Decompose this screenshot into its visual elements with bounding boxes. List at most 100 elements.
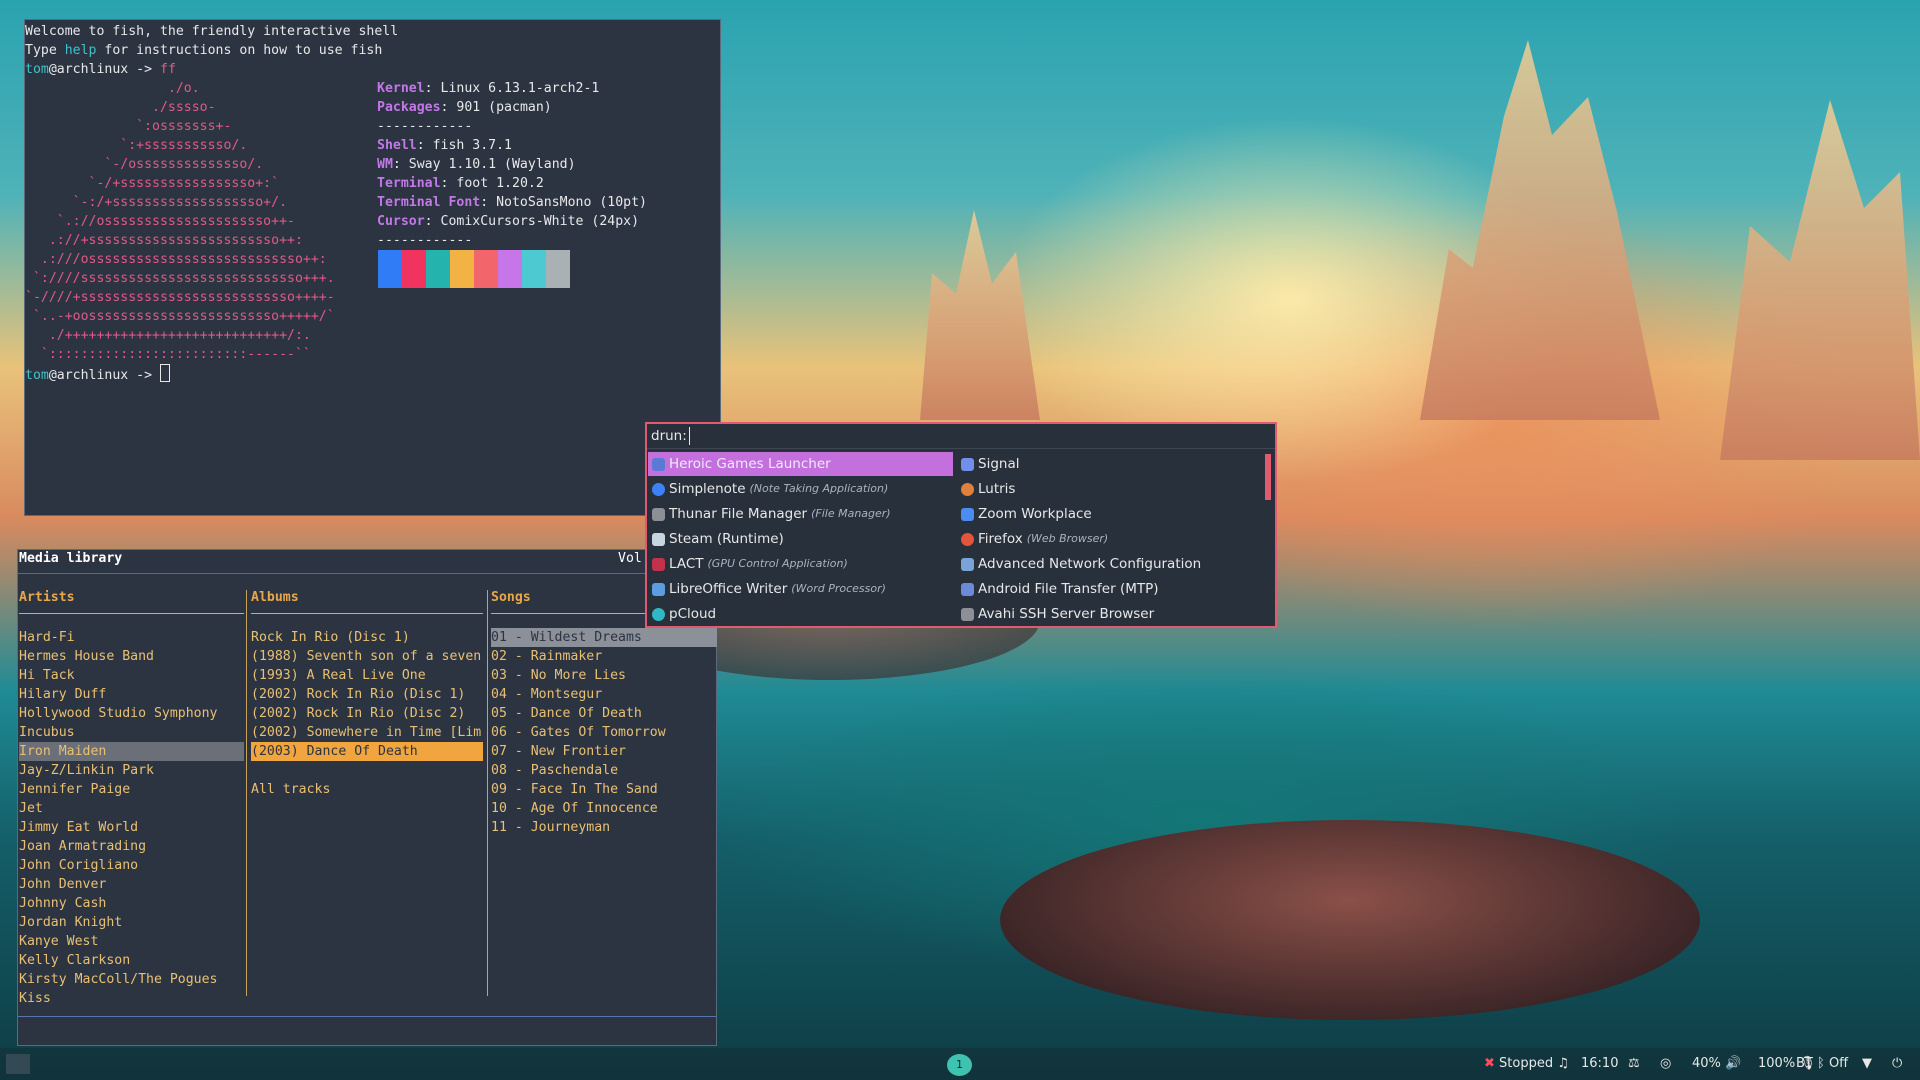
command-text: ff <box>160 62 176 77</box>
speaker-icon: 🔊 <box>1725 1056 1742 1071</box>
idle-inhibitor-icon[interactable]: ◎ <box>1660 1056 1671 1071</box>
android-file-transfer-icon <box>961 582 974 596</box>
artist-item[interactable]: John Denver <box>19 875 106 894</box>
album-item[interactable]: (2002) Rock In Rio (Disc 2) <box>251 704 465 723</box>
song-item[interactable]: 04 - Montsegur <box>491 685 602 704</box>
thunar-icon <box>652 507 665 521</box>
clock[interactable]: 16:10 <box>1581 1056 1618 1071</box>
palette-swatch <box>378 250 402 288</box>
artist-item[interactable]: Jimmy Eat World <box>19 818 138 837</box>
artist-item[interactable]: Hi Tack <box>19 666 75 685</box>
launcher-entry[interactable]: Advanced Network Configuration <box>957 552 1257 576</box>
song-item[interactable]: 08 - Paschendale <box>491 761 618 780</box>
launcher-scrollbar[interactable] <box>1265 454 1271 500</box>
terminal-window[interactable]: Welcome to fish, the friendly interactiv… <box>24 19 721 516</box>
song-item[interactable]: 10 - Age Of Innocence <box>491 799 658 818</box>
bluetooth-status[interactable]: BT ᛒ Off <box>1796 1056 1848 1071</box>
launcher-entry[interactable]: Signal <box>957 452 1257 476</box>
launcher-input-caret[interactable] <box>689 427 690 445</box>
album-item[interactable]: Rock In Rio (Disc 1) <box>251 628 410 647</box>
artist-item[interactable]: Jet <box>19 799 43 818</box>
artist-item[interactable]: Hollywood Studio Symphony <box>19 704 218 723</box>
welcome-line: Welcome to fish, the friendly interactiv… <box>25 24 399 39</box>
artist-item[interactable]: Hilary Duff <box>19 685 106 704</box>
artist-item[interactable]: Jennifer Paige <box>19 780 130 799</box>
media-player-status[interactable]: ✖ Stopped ♫ <box>1484 1056 1569 1071</box>
launcher-entry[interactable]: Thunar File Manager (File Manager) <box>648 502 953 526</box>
app-launcher[interactable]: drun: Heroic Games Launcher Simplenote (N… <box>645 422 1277 628</box>
song-item-selected[interactable]: 01 - Wildest Dreams <box>491 628 717 647</box>
song-item[interactable]: 02 - Rainmaker <box>491 647 602 666</box>
launcher-entry-selected[interactable]: Heroic Games Launcher <box>648 452 953 476</box>
palette-swatch <box>546 250 570 288</box>
prompt-line-2[interactable]: tom@archlinux -> <box>25 364 170 385</box>
album-item-selected[interactable]: (2003) Dance Of Death <box>251 742 483 761</box>
firefox-icon <box>961 532 974 546</box>
album-item[interactable]: (2002) Rock In Rio (Disc 1) <box>251 685 465 704</box>
palette-swatch <box>522 250 546 288</box>
launcher-entry[interactable]: Lutris <box>957 477 1257 501</box>
album-item[interactable]: (2002) Somewhere in Time [Lim <box>251 723 483 742</box>
lutris-icon <box>961 482 974 496</box>
launcher-entry[interactable]: pCloud <box>648 602 953 626</box>
song-item[interactable]: 06 - Gates Of Tomorrow <box>491 723 666 742</box>
albums-header-rule <box>251 613 483 614</box>
workspace-indicator[interactable]: 1 <box>947 1054 972 1076</box>
song-item[interactable]: 07 - New Frontier <box>491 742 626 761</box>
song-item[interactable]: 03 - No More Lies <box>491 666 626 685</box>
artist-item[interactable]: Jay-Z/Linkin Park <box>19 761 154 780</box>
status-line <box>18 1016 716 1017</box>
palette-swatch <box>402 250 426 288</box>
artist-item-selected[interactable]: Iron Maiden <box>19 742 244 761</box>
song-item[interactable]: 11 - Journeyman <box>491 818 610 837</box>
heroic-icon <box>652 457 665 471</box>
song-item[interactable]: 05 - Dance Of Death <box>491 704 642 723</box>
brightness-status[interactable]: 40% 🔊 <box>1692 1056 1741 1071</box>
wallpaper-rock-large <box>1000 820 1700 1020</box>
network-config-icon <box>961 557 974 571</box>
artist-item[interactable]: Hermes House Band <box>19 647 154 666</box>
launcher-entry[interactable]: Avahi SSH Server Browser <box>957 602 1257 626</box>
artist-item[interactable]: Jordan Knight <box>19 913 122 932</box>
artist-item[interactable]: Johnny Cash <box>19 894 106 913</box>
title-divider <box>18 573 716 574</box>
all-tracks-item[interactable]: All tracks <box>251 780 330 799</box>
launcher-entry[interactable]: Simplenote (Note Taking Application) <box>648 477 953 501</box>
keyboard-layout-icon[interactable]: ⚖ <box>1628 1056 1640 1071</box>
stop-icon: ✖ <box>1484 1056 1495 1071</box>
simplenote-icon <box>652 482 665 496</box>
workspace-button[interactable] <box>6 1054 30 1074</box>
prompt-line-1: tom@archlinux -> ff <box>25 62 176 77</box>
wifi-icon[interactable]: ▼ <box>1862 1056 1872 1071</box>
artist-item[interactable]: Kanye West <box>19 932 98 951</box>
palette-swatch <box>474 250 498 288</box>
artist-item[interactable]: Kiss <box>19 989 51 1008</box>
album-item[interactable]: (1988) Seventh son of a seven <box>251 647 483 666</box>
media-title: Media library <box>19 551 123 566</box>
palette-swatch <box>498 250 522 288</box>
album-item[interactable]: (1993) A Real Live One <box>251 666 426 685</box>
artist-item[interactable]: Kirsty MacColl/The Pogues <box>19 970 218 989</box>
launcher-entry[interactable]: Android File Transfer (MTP) <box>957 577 1257 601</box>
avahi-ssh-icon <box>961 607 974 621</box>
launcher-entry[interactable]: Firefox (Web Browser) <box>957 527 1257 551</box>
song-item[interactable]: 09 - Face In The Sand <box>491 780 658 799</box>
color-palette <box>378 250 570 288</box>
artist-item[interactable]: John Corigliano <box>19 856 138 875</box>
artist-item[interactable]: Incubus <box>19 723 75 742</box>
help-link: help <box>64 43 97 58</box>
songs-header: Songs <box>491 590 531 605</box>
launcher-entry[interactable]: LibreOffice Writer (Word Processor) <box>648 577 953 601</box>
artist-item[interactable]: Joan Armatrading <box>19 837 146 856</box>
launcher-entry[interactable]: Zoom Workplace <box>957 502 1257 526</box>
artist-item[interactable]: Hard-Fi <box>19 628 75 647</box>
media-library-window[interactable]: Media library Vol Artists Albums Songs H… <box>17 549 717 1046</box>
artist-item[interactable]: Kelly Clarkson <box>19 951 130 970</box>
steam-icon <box>652 532 665 546</box>
launcher-entry[interactable]: LACT (GPU Control Application) <box>648 552 953 576</box>
text-cursor <box>160 364 170 382</box>
bluetooth-icon: ᛒ <box>1817 1056 1825 1071</box>
power-icon[interactable]: ⏻ <box>1892 1056 1902 1071</box>
launcher-entry[interactable]: Steam (Runtime) <box>648 527 953 551</box>
artists-header-rule <box>19 613 244 614</box>
